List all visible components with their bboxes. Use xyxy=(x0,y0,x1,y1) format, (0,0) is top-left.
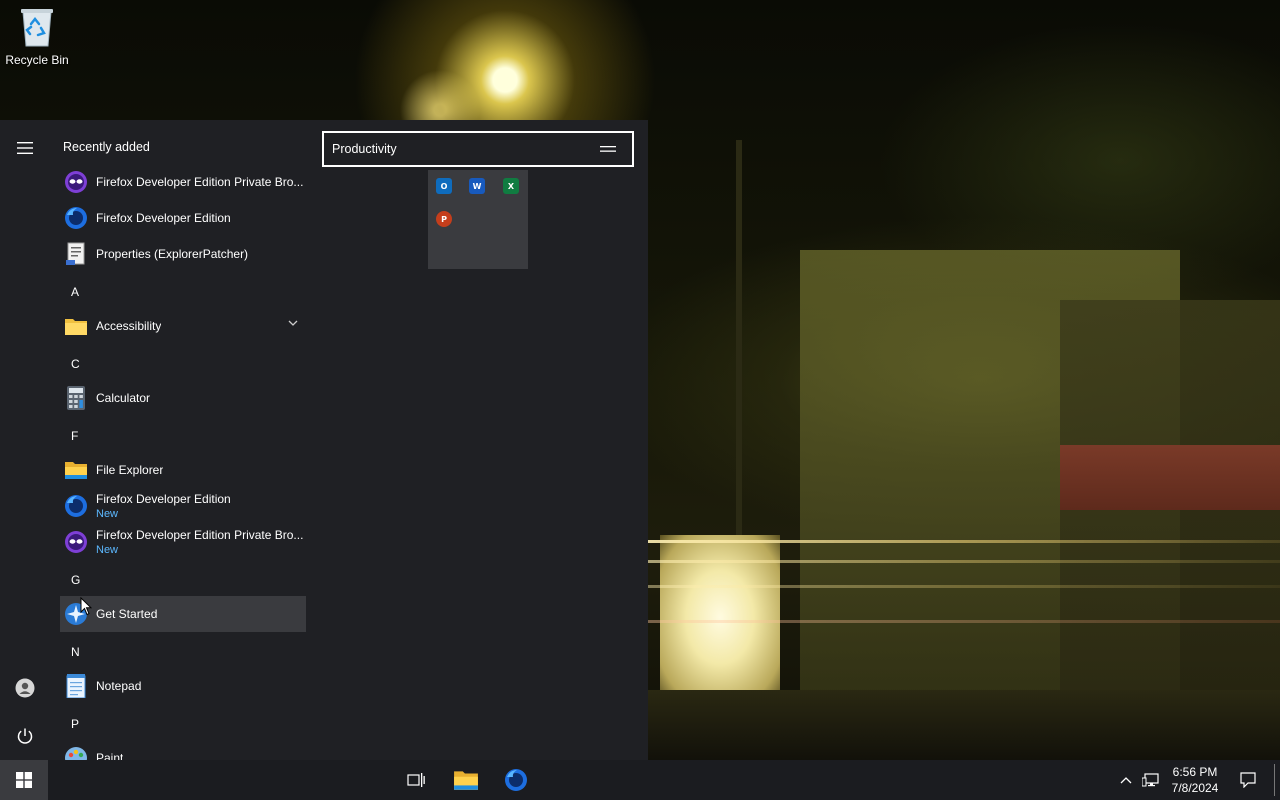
firefox-private-icon xyxy=(63,529,89,555)
tile-group-name-field[interactable]: Productivity xyxy=(322,131,634,167)
app-firefox-private-new[interactable]: Firefox Developer Edition Private Bro...… xyxy=(60,524,306,560)
desktop-icon-label: Recycle Bin xyxy=(5,53,69,67)
powerpoint-icon: P xyxy=(436,211,452,227)
new-badge: New xyxy=(96,508,119,520)
network-icon xyxy=(1142,773,1159,787)
app-label: Paint xyxy=(96,751,124,760)
recently-added-heading: Recently added xyxy=(63,140,150,154)
clock-date: 7/8/2024 xyxy=(1171,781,1219,795)
app-label: Accessibility xyxy=(96,319,162,333)
app-label: File Explorer xyxy=(96,463,164,477)
wallpaper-light-streak xyxy=(648,620,1280,623)
wallpaper-light-streak xyxy=(648,560,1280,563)
show-desktop-button[interactable] xyxy=(1274,764,1275,796)
paint-icon xyxy=(63,745,89,760)
file-explorer-icon xyxy=(63,457,89,483)
wallpaper-shop-sign xyxy=(1060,445,1280,510)
letter-header-f[interactable]: F xyxy=(71,429,78,443)
app-file-explorer[interactable]: File Explorer xyxy=(60,452,306,488)
app-properties-explorerpatcher[interactable]: Properties (ExplorerPatcher) xyxy=(60,236,306,272)
clock[interactable]: 6:56 PM 7/8/2024 xyxy=(1166,763,1224,797)
app-calculator[interactable]: Calculator xyxy=(60,380,306,416)
firefox-dev-icon xyxy=(63,493,89,519)
app-label: Get Started xyxy=(96,607,158,621)
app-firefox-private[interactable]: Firefox Developer Edition Private Bro... xyxy=(60,164,306,200)
app-label: Calculator xyxy=(96,391,151,405)
app-firefox-dev[interactable]: Firefox Developer Edition xyxy=(60,200,306,236)
firefox-private-icon xyxy=(63,169,89,195)
taskbar: 6:56 PM 7/8/2024 xyxy=(0,760,1280,800)
start-menu-rail xyxy=(0,120,50,760)
task-view-icon xyxy=(407,773,425,787)
properties-icon xyxy=(63,241,89,267)
user-account-icon xyxy=(15,678,35,698)
app-label: Properties (ExplorerPatcher) xyxy=(96,247,249,261)
wallpaper-light-streak xyxy=(648,540,1280,543)
app-firefox-dev-new[interactable]: Firefox Developer Edition New xyxy=(60,488,306,524)
task-view-button[interactable] xyxy=(392,760,440,800)
app-accessibility-folder[interactable]: Accessibility xyxy=(60,308,306,344)
app-label: Firefox Developer Edition Private Bro... xyxy=(96,528,304,542)
drag-handle-icon[interactable] xyxy=(600,146,616,152)
app-label: Firefox Developer Edition xyxy=(96,492,231,506)
chevron-up-icon xyxy=(1120,777,1132,784)
show-hidden-icons-chevron[interactable] xyxy=(1114,760,1138,800)
letter-header-a[interactable]: A xyxy=(71,285,79,299)
firefox-dev-icon xyxy=(505,769,527,791)
word-icon: W xyxy=(469,178,485,194)
start-button[interactable] xyxy=(0,760,48,800)
action-center-button[interactable] xyxy=(1236,760,1260,800)
windows-logo-icon xyxy=(16,772,32,788)
app-paint[interactable]: Paint xyxy=(60,740,306,760)
hamburger-menu-button[interactable] xyxy=(5,130,45,166)
letter-header-g[interactable]: G xyxy=(71,573,80,587)
app-label: Firefox Developer Edition Private Bro... xyxy=(96,175,304,189)
recycle-bin-icon xyxy=(19,6,55,48)
excel-icon: X xyxy=(503,178,519,194)
notepad-icon xyxy=(63,673,89,699)
app-label: Notepad xyxy=(96,679,142,693)
file-explorer-taskbar-button[interactable] xyxy=(442,760,490,800)
folder-icon xyxy=(63,313,89,339)
power-icon xyxy=(17,728,33,744)
network-button[interactable] xyxy=(1139,760,1163,800)
action-center-icon xyxy=(1240,772,1256,788)
calculator-icon xyxy=(63,385,89,411)
wallpaper-street xyxy=(648,690,1280,760)
user-account-button[interactable] xyxy=(5,670,45,706)
app-notepad[interactable]: Notepad xyxy=(60,668,306,704)
chevron-down-icon xyxy=(288,320,298,326)
desktop-icon-recycle-bin[interactable]: Recycle Bin xyxy=(0,6,74,76)
clock-time: 6:56 PM xyxy=(1172,765,1218,779)
firefox-taskbar-button[interactable] xyxy=(492,760,540,800)
start-menu: Recently added Firefox Developer Edition… xyxy=(0,120,648,760)
letter-header-p[interactable]: P xyxy=(71,717,79,731)
tile-folder[interactable]: O W X P xyxy=(428,170,528,269)
hamburger-menu-icon xyxy=(17,142,33,154)
outlook-icon: O xyxy=(436,178,452,194)
tile-group-name: Productivity xyxy=(332,142,397,156)
firefox-dev-icon xyxy=(63,205,89,231)
letter-header-c[interactable]: C xyxy=(71,357,80,371)
app-list: Recently added Firefox Developer Edition… xyxy=(50,120,314,760)
file-explorer-icon xyxy=(454,771,478,790)
letter-header-n[interactable]: N xyxy=(71,645,80,659)
new-badge: New xyxy=(96,544,119,556)
app-label: Firefox Developer Edition xyxy=(96,211,231,225)
mouse-cursor-icon xyxy=(80,597,92,616)
wallpaper-light-streak xyxy=(648,585,1280,588)
power-button[interactable] xyxy=(5,718,45,754)
app-get-started[interactable]: Get Started xyxy=(60,596,306,632)
